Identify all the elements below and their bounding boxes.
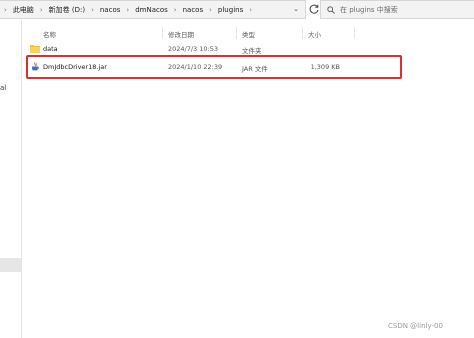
folder-icon	[30, 45, 40, 53]
column-divider[interactable]	[236, 27, 237, 39]
column-date[interactable]: 修改日期	[168, 29, 194, 39]
search-placeholder: 在 plugins 中搜索	[340, 5, 398, 14]
column-divider[interactable]	[302, 27, 303, 39]
chevron-down-icon[interactable]: ⌄	[292, 5, 300, 13]
breadcrumb-dmnacos[interactable]: dmNacos	[135, 6, 168, 14]
nav-item-selected[interactable]	[0, 258, 21, 272]
file-type: 文件夹	[242, 47, 262, 55]
breadcrumb-plugins[interactable]: plugins	[218, 6, 243, 14]
chevron-right-icon: ›	[126, 5, 130, 14]
search-box[interactable]: 在 plugins 中搜索	[320, 0, 474, 19]
navigation-pane: al	[0, 20, 22, 338]
refresh-icon[interactable]	[308, 3, 320, 15]
chevron-right-icon: ›	[173, 5, 177, 14]
toolbar: › 此电脑 › 新加卷 (D:) › nacos › dmNacos › nac…	[0, 0, 474, 20]
chevron-right-icon: ›	[249, 5, 253, 14]
file-name: data	[43, 45, 58, 53]
watermark: CSDN @linly-00	[388, 322, 443, 330]
highlight-box	[26, 55, 402, 79]
address-bar[interactable]: › 此电脑 › 新加卷 (D:) › nacos › dmNacos › nac…	[0, 0, 306, 19]
nav-item-label[interactable]: al	[0, 84, 6, 92]
breadcrumb-this-pc[interactable]: 此电脑	[13, 5, 34, 15]
file-date: 2024/7/3 10:53	[168, 45, 218, 53]
breadcrumb-drive-d[interactable]: 新加卷 (D:)	[49, 5, 85, 15]
column-name[interactable]: 名称	[43, 29, 56, 39]
search-icon	[327, 5, 335, 14]
chevron-right-icon: ›	[4, 5, 7, 14]
column-header: 名称 修改日期 类型 大小	[24, 27, 474, 41]
column-divider[interactable]	[162, 27, 163, 39]
breadcrumb-nacos[interactable]: nacos	[100, 6, 121, 14]
chevron-right-icon: ›	[209, 5, 212, 14]
column-size[interactable]: 大小	[308, 29, 321, 39]
column-divider[interactable]	[354, 27, 355, 39]
column-type[interactable]: 类型	[242, 29, 255, 39]
breadcrumb-nacos-sub[interactable]: nacos	[183, 6, 204, 14]
chevron-right-icon: ›	[91, 5, 94, 14]
chevron-right-icon: ›	[39, 5, 43, 14]
